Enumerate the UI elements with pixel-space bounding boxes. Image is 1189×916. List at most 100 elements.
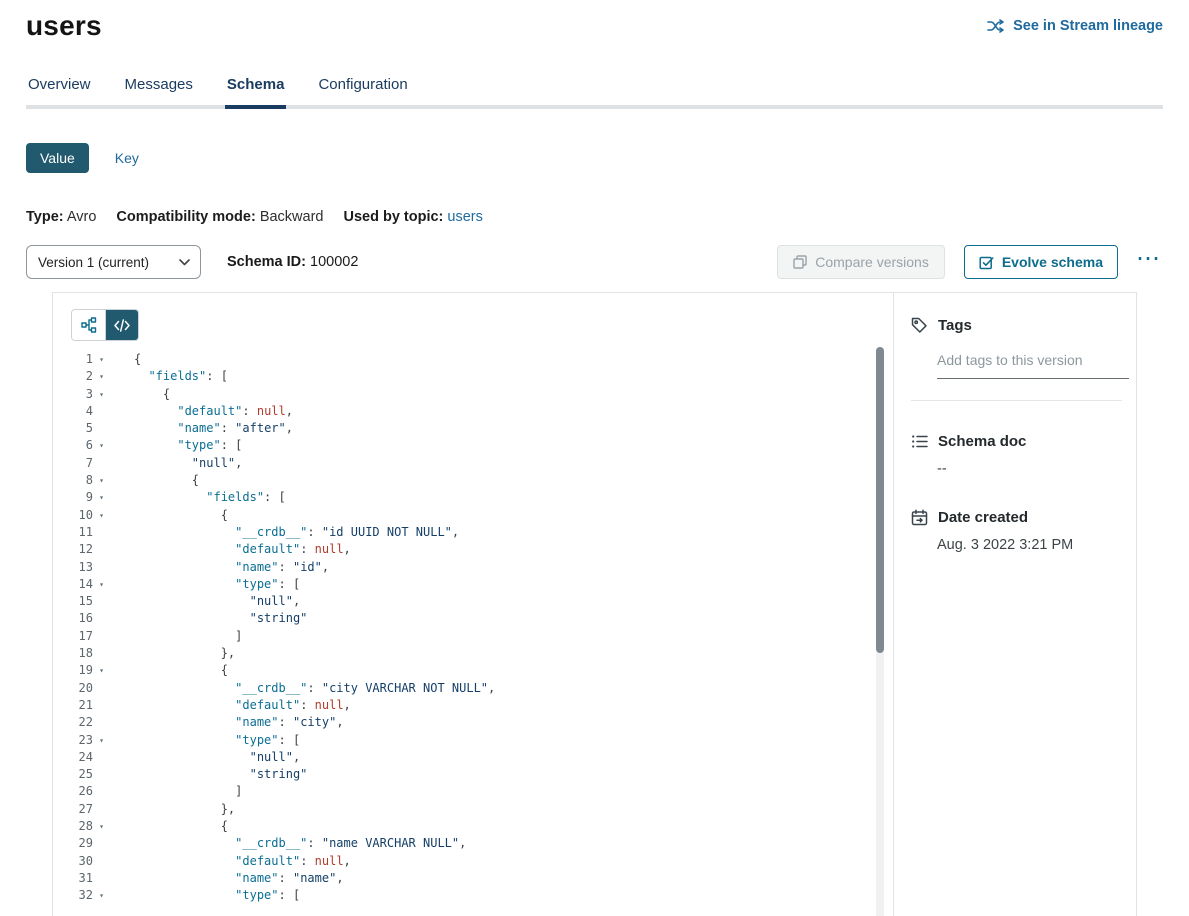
schema-doc-header: Schema doc: [911, 433, 1122, 450]
fold-gutter: [93, 455, 110, 472]
fold-gutter: [93, 783, 110, 800]
type-value: Avro: [67, 209, 97, 225]
code-text: "default": null,: [110, 853, 351, 870]
fold-toggle-icon[interactable]: ▾: [93, 437, 110, 454]
editor-scrollbar-thumb[interactable]: [876, 347, 884, 653]
code-line: 27 },: [53, 801, 893, 818]
code-text: "type": [: [110, 576, 300, 593]
code-text: "string": [110, 766, 307, 783]
fold-toggle-icon[interactable]: ▾: [93, 368, 110, 385]
tab-overview[interactable]: Overview: [26, 76, 93, 105]
value-toggle-button[interactable]: Value: [26, 143, 89, 173]
code-line: 28▾ {: [53, 818, 893, 835]
code-text: {: [110, 818, 228, 835]
fold-gutter: [93, 541, 110, 558]
line-number: 20: [53, 680, 93, 697]
date-created-header: Date created: [911, 509, 1122, 526]
fold-toggle-icon[interactable]: ▾: [93, 507, 110, 524]
lineage-icon: [987, 19, 1005, 33]
fold-toggle-icon[interactable]: ▾: [93, 576, 110, 593]
code-line: 18 },: [53, 645, 893, 662]
fold-gutter: [93, 835, 110, 852]
code-line: 24 "null",: [53, 749, 893, 766]
editor-view-toggle: [71, 309, 139, 341]
page-title: users: [26, 10, 102, 42]
fold-gutter: [93, 628, 110, 645]
fold-gutter: [93, 766, 110, 783]
tree-view-icon: [81, 317, 97, 333]
schema-id: Schema ID: 100002: [227, 254, 358, 270]
type-meta: Type: Avro: [26, 209, 96, 225]
tab-configuration[interactable]: Configuration: [316, 76, 409, 105]
schema-content: Value Key Type: Avro Compatibility mode:…: [0, 143, 1189, 916]
tags-title: Tags: [938, 317, 972, 334]
code-line: 26 ]: [53, 783, 893, 800]
code-text: {: [110, 472, 199, 489]
code-line: 25 "string": [53, 766, 893, 783]
compare-versions-button[interactable]: Compare versions: [777, 245, 945, 279]
tab-messages[interactable]: Messages: [123, 76, 195, 105]
fold-toggle-icon[interactable]: ▾: [93, 386, 110, 403]
code-line: 4 "default": null,: [53, 403, 893, 420]
tab-bar: Overview Messages Schema Configuration: [26, 76, 1163, 109]
code-view-button[interactable]: [105, 310, 138, 340]
fold-gutter: [93, 610, 110, 627]
code-lines: 1▾{2▾ "fields": [3▾ {4 "default": null,5…: [53, 351, 893, 905]
line-number: 6: [53, 437, 93, 454]
fold-toggle-icon[interactable]: ▾: [93, 732, 110, 749]
code-text: "null",: [110, 455, 242, 472]
code-text: "default": null,: [110, 697, 351, 714]
version-select[interactable]: Version 1 (current): [26, 245, 201, 279]
code-text: "string": [110, 610, 307, 627]
code-line: 14▾ "type": [: [53, 576, 893, 593]
fold-gutter: [93, 420, 110, 437]
fold-toggle-icon[interactable]: ▾: [93, 887, 110, 904]
fold-gutter: [93, 559, 110, 576]
code-line: 5 "name": "after",: [53, 420, 893, 437]
code-text: },: [110, 645, 235, 662]
topic-link[interactable]: users: [447, 209, 482, 225]
code-line: 30 "default": null,: [53, 853, 893, 870]
more-actions-button[interactable]: ⋯: [1134, 250, 1163, 274]
line-number: 17: [53, 628, 93, 645]
fold-toggle-icon[interactable]: ▾: [93, 662, 110, 679]
code-line: 3▾ {: [53, 386, 893, 403]
schema-doc-title: Schema doc: [938, 433, 1026, 450]
code-line: 32▾ "type": [: [53, 887, 893, 904]
calendar-icon: [911, 509, 928, 526]
evolve-schema-button[interactable]: Evolve schema: [964, 245, 1118, 279]
fold-toggle-icon[interactable]: ▾: [93, 818, 110, 835]
page-header: users See in Stream lineage: [0, 0, 1189, 42]
schema-page: users See in Stream lineage Overview Mes…: [0, 0, 1189, 916]
code-text: "fields": [: [110, 489, 286, 506]
code-text: "default": null,: [110, 403, 293, 420]
line-number: 29: [53, 835, 93, 852]
copy-icon: [793, 255, 807, 269]
tree-view-button[interactable]: [72, 310, 105, 340]
fold-toggle-icon[interactable]: ▾: [93, 472, 110, 489]
editor-scrollbar-track[interactable]: [876, 347, 884, 916]
tags-section: Tags: [911, 317, 1122, 401]
code-text: {: [110, 386, 170, 403]
key-toggle-button[interactable]: Key: [115, 150, 139, 166]
line-number: 16: [53, 610, 93, 627]
fold-toggle-icon[interactable]: ▾: [93, 351, 110, 368]
fold-toggle-icon[interactable]: ▾: [93, 489, 110, 506]
add-tags-input[interactable]: [937, 350, 1129, 379]
fold-gutter: [93, 697, 110, 714]
code-line: 13 "name": "id",: [53, 559, 893, 576]
line-number: 7: [53, 455, 93, 472]
fold-gutter: [93, 645, 110, 662]
code-line: 2▾ "fields": [: [53, 368, 893, 385]
line-number: 15: [53, 593, 93, 610]
code-text: {: [110, 507, 228, 524]
code-text: "__crdb__": "id UUID NOT NULL",: [110, 524, 459, 541]
tags-header: Tags: [911, 317, 1122, 334]
line-number: 9: [53, 489, 93, 506]
tab-schema[interactable]: Schema: [225, 76, 287, 109]
stream-lineage-link[interactable]: See in Stream lineage: [987, 18, 1163, 34]
code-text: "name": "id",: [110, 559, 329, 576]
schema-meta: Type: Avro Compatibility mode: Backward …: [26, 209, 1163, 225]
line-number: 27: [53, 801, 93, 818]
compatibility-label: Compatibility mode:: [116, 209, 255, 225]
